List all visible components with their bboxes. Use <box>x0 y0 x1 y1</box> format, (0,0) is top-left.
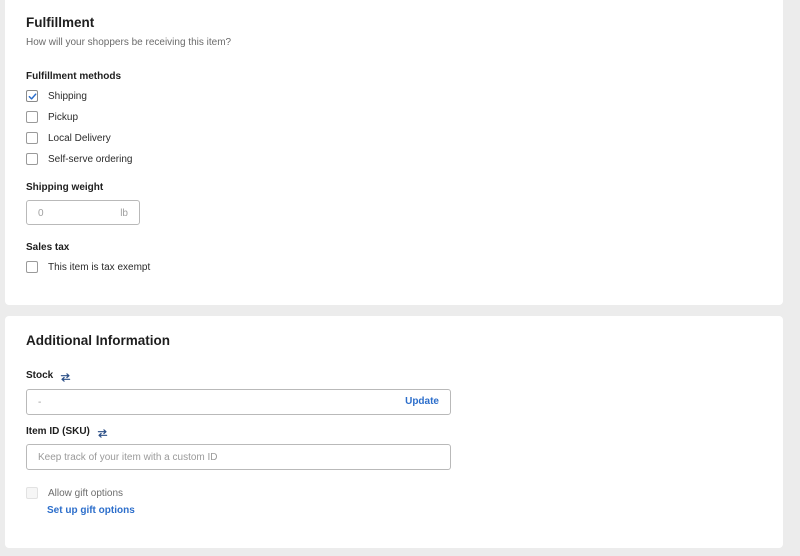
self-serve-label: Self-serve ordering <box>48 153 133 165</box>
sku-placeholder: Keep track of your item with a custom ID <box>38 452 218 463</box>
tax-exempt-label: This item is tax exempt <box>48 261 151 273</box>
method-self-serve[interactable]: Self-serve ordering <box>26 152 132 166</box>
gift-options-row: Allow gift options <box>26 486 123 500</box>
sku-input[interactable]: Keep track of your item with a custom ID <box>26 444 451 470</box>
fulfillment-methods-label: Fulfillment methods <box>26 71 121 82</box>
stock-label-row: Stock <box>26 370 71 382</box>
method-local-delivery[interactable]: Local Delivery <box>26 131 111 145</box>
sync-arrows-icon[interactable] <box>60 370 71 382</box>
sales-tax-label: Sales tax <box>26 242 70 253</box>
pickup-checkbox[interactable] <box>26 111 38 123</box>
stock-field[interactable]: - Update <box>26 389 451 415</box>
additional-info-card: Additional Information Stock - Update It… <box>5 316 783 548</box>
stock-value: - <box>38 397 42 408</box>
shipping-checkbox[interactable] <box>26 90 38 102</box>
shipping-weight-label: Shipping weight <box>26 182 104 193</box>
setup-gift-options-link[interactable]: Set up gift options <box>47 505 135 516</box>
sku-label-row: Item ID (SKU) <box>26 426 108 438</box>
fulfillment-subtitle: How will your shoppers be receiving this… <box>26 37 232 48</box>
additional-info-title: Additional Information <box>26 333 170 348</box>
sync-arrows-icon[interactable] <box>97 426 108 438</box>
pickup-label: Pickup <box>48 111 79 123</box>
fulfillment-card: Fulfillment How will your shoppers be re… <box>5 0 783 305</box>
shipping-label: Shipping <box>48 90 87 102</box>
method-pickup[interactable]: Pickup <box>26 110 78 124</box>
stock-label: Stock <box>26 370 54 381</box>
stock-update-button[interactable]: Update <box>405 396 439 407</box>
method-shipping[interactable]: Shipping <box>26 89 87 103</box>
checkmark-icon <box>28 92 36 100</box>
shipping-weight-unit: lb <box>120 208 128 219</box>
fulfillment-title: Fulfillment <box>26 15 95 30</box>
sku-label: Item ID (SKU) <box>26 426 90 437</box>
shipping-weight-value: 0 <box>38 208 44 219</box>
shipping-weight-input[interactable]: 0 lb <box>26 200 140 225</box>
gift-options-label: Allow gift options <box>48 487 124 499</box>
local-delivery-label: Local Delivery <box>48 132 111 144</box>
self-serve-checkbox[interactable] <box>26 153 38 165</box>
gift-options-checkbox[interactable] <box>26 487 38 499</box>
tax-exempt-checkbox[interactable] <box>26 261 38 273</box>
local-delivery-checkbox[interactable] <box>26 132 38 144</box>
tax-exempt-row[interactable]: This item is tax exempt <box>26 260 150 274</box>
